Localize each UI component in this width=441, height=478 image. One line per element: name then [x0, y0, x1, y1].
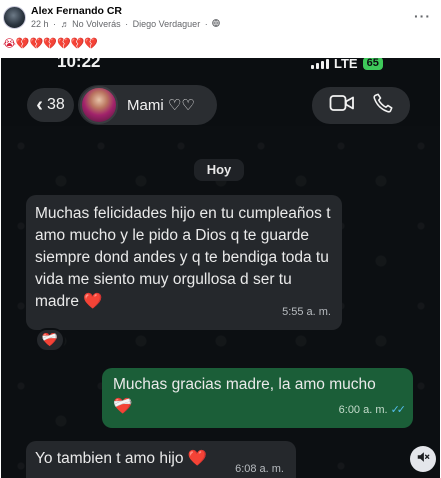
heart-emoji: ❤️: [83, 293, 103, 310]
message-bubble-incoming[interactable]: Yo tambien t amo hijo ❤️ 6:08 a. m.: [26, 441, 296, 478]
message-time: 6:00 a. m.: [338, 404, 388, 416]
mute-toggle-button[interactable]: [410, 446, 436, 472]
message-meta: 6:00 a. m. ✓✓: [338, 399, 407, 421]
back-button[interactable]: ‹ 38: [27, 88, 74, 122]
message-text: Muchas gracias madre, la amo mucho: [113, 376, 376, 393]
phone-call-icon[interactable]: [372, 92, 394, 119]
song-artist[interactable]: Diego Verdaguer: [133, 19, 201, 29]
globe-icon: [212, 19, 221, 29]
author-name[interactable]: Alex Fernando CR: [31, 5, 122, 17]
unread-count: 38: [46, 96, 65, 113]
battery-level: 65: [362, 58, 383, 70]
message-time: 6:08 a. m.: [235, 463, 284, 475]
post-caption: 😭💔💔💔💔💔💔: [3, 38, 99, 50]
post-meta: 22 h · ♬ No Volverás · Diego Verdaguer ·: [31, 19, 221, 29]
date-divider: Hoy: [194, 159, 244, 181]
meta-separator: ·: [125, 19, 129, 29]
music-note-icon: ♬: [60, 19, 70, 29]
status-indicators: LTE 65: [311, 58, 383, 71]
signal-icon: [311, 58, 329, 69]
more-options-button[interactable]: ···: [414, 8, 431, 24]
song-title[interactable]: No Volverás: [72, 19, 121, 29]
message-reaction[interactable]: ❤️‍🩹: [35, 328, 65, 352]
read-receipt-icon: ✓✓: [390, 404, 407, 416]
post-header: Alex Fernando CR 22 h · ♬ No Volverás · …: [0, 0, 441, 58]
call-actions: [312, 87, 410, 124]
chat-screenshot: 10:22 LTE 65 ‹ 38 Mami ♡♡ Hoy Muchas fel…: [1, 58, 440, 478]
heart-emoji: ❤️: [187, 450, 208, 467]
chevron-left-icon: ‹: [36, 94, 43, 116]
meta-separator: ·: [53, 19, 57, 29]
status-time: 10:22: [57, 58, 101, 71]
network-type: LTE: [334, 58, 358, 71]
contact-avatar[interactable]: [80, 86, 118, 124]
message-bubble-outgoing[interactable]: Muchas gracias madre, la amo mucho ❤️‍🩹 …: [102, 368, 413, 428]
message-text: Yo tambien t amo hijo: [35, 450, 184, 467]
author-avatar[interactable]: [3, 6, 26, 29]
message-text: Muchas felicidades hijo en tu cumpleaños…: [35, 205, 331, 310]
post-age[interactable]: 22 h: [31, 19, 49, 29]
meta-separator: ·: [204, 19, 208, 29]
contact-name: Mami ♡♡: [127, 97, 195, 114]
message-bubble-incoming[interactable]: Muchas felicidades hijo en tu cumpleaños…: [26, 195, 342, 330]
message-time: 5:55 a. m.: [282, 306, 331, 318]
speaker-muted-icon: [416, 450, 430, 469]
contact-header[interactable]: Mami ♡♡: [78, 85, 217, 125]
video-call-icon[interactable]: [329, 93, 355, 118]
